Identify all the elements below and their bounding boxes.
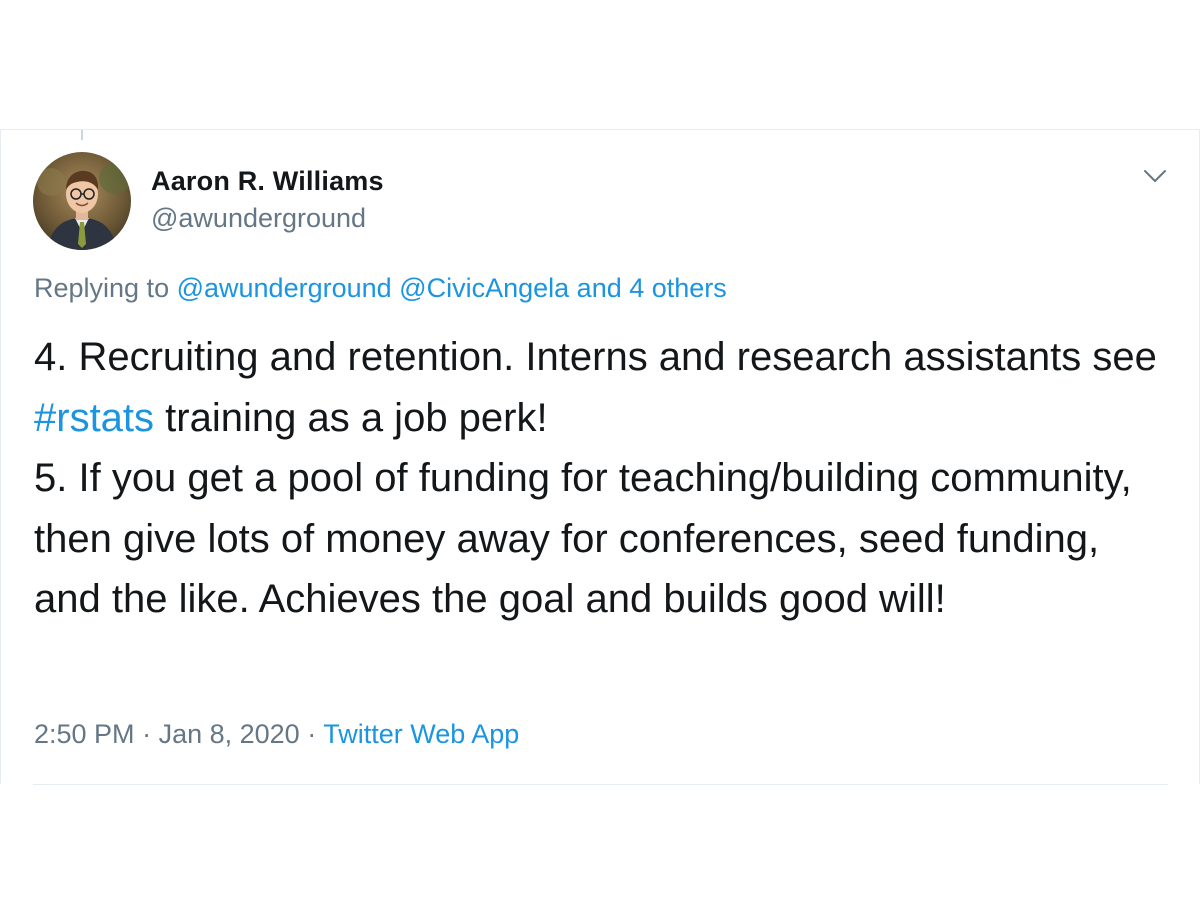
- replying-prefix: Replying to: [34, 273, 177, 303]
- tweet-paragraph-2: 5. If you get a pool of funding for teac…: [34, 456, 1132, 621]
- author-name[interactable]: Aaron R. Williams: [151, 166, 384, 197]
- avatar-image: [33, 152, 131, 250]
- mention-civicangela[interactable]: @CivicAngela: [399, 273, 569, 303]
- tweet-text-part: 4. Recruiting and retention. Interns and…: [34, 335, 1157, 379]
- mention-awunderground[interactable]: @awunderground: [177, 273, 392, 303]
- meta-separator: ·: [299, 719, 324, 749]
- thread-connector: [81, 130, 83, 140]
- author-handle[interactable]: @awunderground: [151, 203, 366, 234]
- chevron-down-icon[interactable]: [1141, 166, 1169, 186]
- divider: [33, 784, 1168, 785]
- tweet-paragraph-1: 4. Recruiting and retention. Interns and…: [34, 327, 1164, 448]
- tweet-meta: 2:50 PM · Jan 8, 2020 · Twitter Web App: [34, 719, 519, 750]
- replying-to: Replying to @awunderground @CivicAngela …: [34, 273, 727, 304]
- hashtag-rstats[interactable]: #rstats: [34, 396, 154, 440]
- tweet-time[interactable]: 2:50 PM: [34, 719, 135, 749]
- mention-others-link[interactable]: and 4 others: [577, 273, 727, 303]
- tweet-text: 4. Recruiting and retention. Interns and…: [34, 327, 1164, 630]
- tweet-card: Aaron R. Williams @awunderground Replyin…: [0, 129, 1200, 785]
- meta-separator: ·: [134, 719, 159, 749]
- tweet-source[interactable]: Twitter Web App: [323, 719, 519, 749]
- tweet-date[interactable]: Jan 8, 2020: [159, 719, 300, 749]
- avatar[interactable]: [33, 152, 131, 250]
- tweet-text-part: training as a job perk!: [154, 395, 548, 440]
